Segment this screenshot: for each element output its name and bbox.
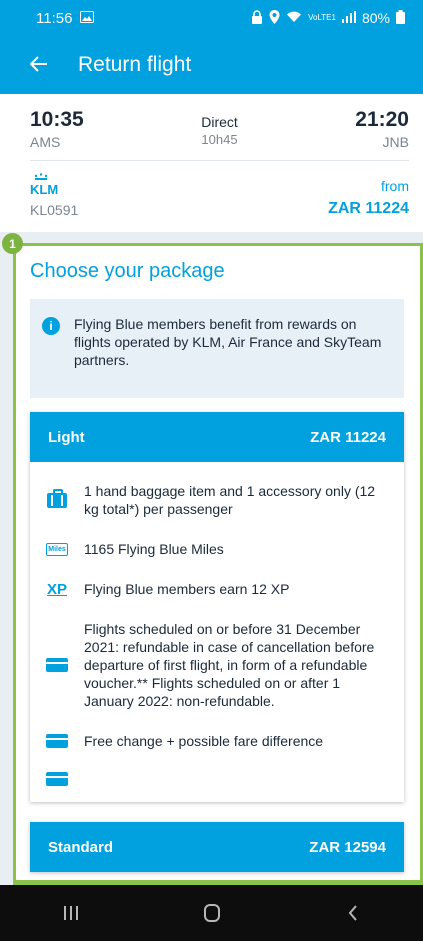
flight-duration: 10h45 <box>201 132 238 147</box>
battery-percent: 80% <box>361 10 390 26</box>
battery-icon <box>396 9 405 27</box>
status-bar: 11:56 VoLTE1 80% <box>0 0 423 36</box>
home-icon[interactable] <box>182 893 242 933</box>
signal-label: VoLTE1 <box>308 13 336 22</box>
system-nav-bar <box>0 885 423 941</box>
airline-logo-text: KLM <box>30 182 59 197</box>
step-marker: 1 <box>2 233 23 254</box>
airline-logo: KLM <box>30 173 78 196</box>
back-chevron-icon[interactable] <box>323 893 383 933</box>
divider <box>30 160 409 161</box>
flight-number: KL0591 <box>30 202 79 218</box>
app-bar: Return flight <box>0 36 423 94</box>
status-time: 11:56 <box>36 9 73 27</box>
stop-type: Direct <box>201 114 238 130</box>
lock-icon <box>251 9 263 27</box>
page-title: Return flight <box>78 53 192 76</box>
from-label: from <box>381 178 409 194</box>
flight-summary-card[interactable]: 10:35 AMS Direct 10h45 21:20 JNB KLM KL0… <box>0 94 423 232</box>
arrival-code: JNB <box>382 134 409 150</box>
arrow-left-icon[interactable] <box>29 53 60 77</box>
highlight-frame <box>13 243 423 885</box>
wifi-icon <box>286 10 302 26</box>
arrival-time: 21:20 <box>355 108 409 131</box>
departure-code: AMS <box>30 134 61 150</box>
from-price: ZAR 11224 <box>328 200 409 217</box>
gallery-notification-icon <box>80 10 95 27</box>
recents-icon[interactable] <box>41 893 101 933</box>
location-icon <box>269 9 280 27</box>
signal-icon <box>341 10 356 26</box>
departure-time: 10:35 <box>30 108 84 131</box>
